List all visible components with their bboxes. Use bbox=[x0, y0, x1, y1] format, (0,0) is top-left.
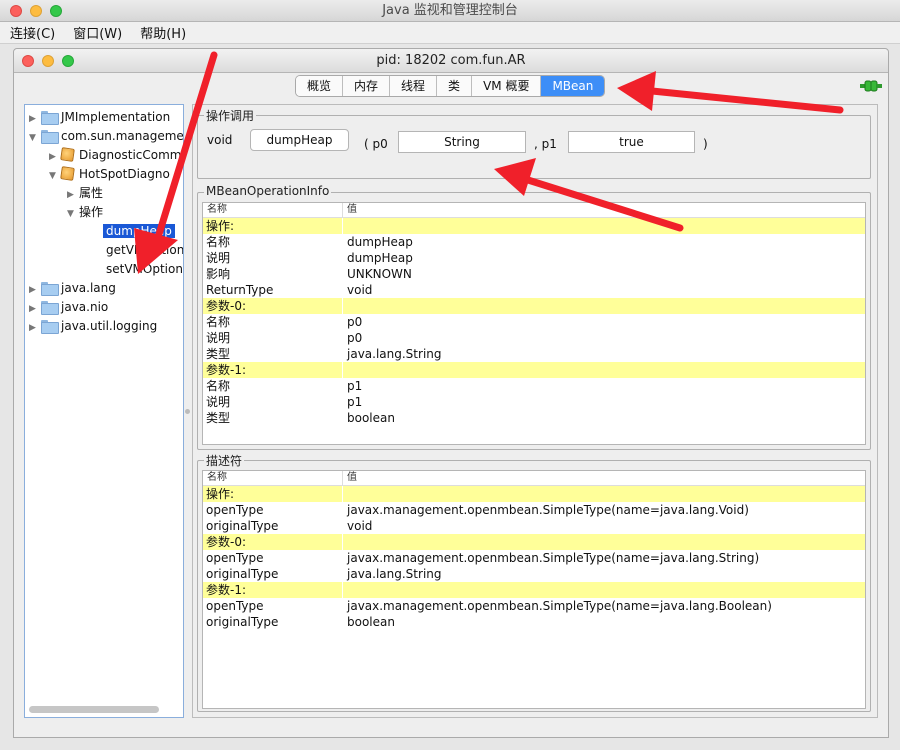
tab-threads[interactable]: 线程 bbox=[390, 76, 438, 96]
column-header-name[interactable]: 名称 bbox=[203, 203, 343, 217]
descriptor-group: 描述符 名称 值 操作: openType javax.management.op… bbox=[197, 452, 871, 712]
table-row[interactable]: 说明 p0 bbox=[203, 330, 865, 346]
tree-horizontal-scrollbar[interactable] bbox=[29, 706, 159, 713]
tree-node-setvmoption[interactable]: setVMOption bbox=[106, 260, 183, 279]
menu-connection[interactable]: 连接(C) bbox=[10, 23, 55, 42]
tree-node-operations[interactable]: ▼ 操作 bbox=[67, 203, 103, 222]
column-header-name[interactable]: 名称 bbox=[203, 471, 343, 485]
tree-node-diagnostic-command[interactable]: ▶ DiagnosticComm bbox=[49, 146, 181, 165]
tab-classes[interactable]: 类 bbox=[437, 76, 473, 96]
folder-icon bbox=[41, 282, 59, 296]
p0-input[interactable]: String bbox=[398, 131, 526, 153]
dumpheap-invoke-button[interactable]: dumpHeap bbox=[250, 129, 349, 151]
operation-info-table[interactable]: 名称 值 操作: 名称 dumpHeap 说明 dumpHeap 影响 UNKNOWN… bbox=[202, 202, 866, 445]
table-row[interactable]: 说明 p1 bbox=[203, 394, 865, 410]
tree-node-hotspot-diagnostic[interactable]: ▼ HotSpotDiagno bbox=[49, 165, 170, 184]
table-row[interactable]: 名称 dumpHeap bbox=[203, 234, 865, 250]
operation-invocation-label: 操作调用 bbox=[204, 107, 257, 124]
table-row[interactable]: 操作: bbox=[203, 486, 865, 502]
descriptor-label: 描述符 bbox=[204, 452, 245, 469]
mbean-tree[interactable]: ▶ JMImplementation ▼ com.sun.manageme ▶ Dia… bbox=[24, 104, 184, 718]
collapse-arrow-icon[interactable]: ▼ bbox=[29, 129, 41, 148]
window-title: Java 监视和管理控制台 bbox=[382, 3, 518, 18]
tree-node-java-nio[interactable]: ▶ java.nio bbox=[29, 298, 108, 317]
folder-icon bbox=[41, 111, 59, 125]
table-row[interactable]: openType javax.management.openmbean.Simpl… bbox=[203, 598, 865, 614]
close-paren-label: ) bbox=[703, 137, 708, 151]
table-row[interactable]: 参数-0: bbox=[203, 298, 865, 314]
table-row[interactable]: 说明 dumpHeap bbox=[203, 250, 865, 266]
menu-help[interactable]: 帮助(H) bbox=[140, 23, 186, 42]
table-header: 名称 值 bbox=[203, 203, 865, 218]
tree-node-com-sun-management[interactable]: ▼ com.sun.manageme bbox=[29, 127, 183, 148]
descriptor-table[interactable]: 名称 值 操作: openType javax.management.openmb… bbox=[202, 470, 866, 709]
table-row[interactable]: openType javax.management.openmbean.Simpl… bbox=[203, 550, 865, 566]
table-row[interactable]: 类型 boolean bbox=[203, 410, 865, 426]
table-row[interactable]: originalType void bbox=[203, 518, 865, 534]
tree-node-jmimplementation[interactable]: ▶ JMImplementation bbox=[29, 108, 170, 127]
operation-info-label: MBeanOperationInfo bbox=[204, 184, 332, 198]
expand-arrow-icon[interactable]: ▶ bbox=[29, 319, 41, 338]
mbean-detail-panel: 操作调用 void dumpHeap ( p0 String , p1 true… bbox=[192, 104, 878, 718]
table-row[interactable]: openType javax.management.openmbean.Simpl… bbox=[203, 502, 865, 518]
operation-invocation-group: 操作调用 void dumpHeap ( p0 String , p1 true… bbox=[197, 107, 871, 179]
table-header: 名称 值 bbox=[203, 471, 865, 486]
column-header-value[interactable]: 值 bbox=[343, 203, 357, 217]
folder-icon bbox=[41, 301, 59, 315]
connection-window-controls bbox=[22, 55, 74, 67]
p1-input[interactable]: true bbox=[568, 131, 695, 153]
table-row[interactable]: 参数-1: bbox=[203, 362, 865, 378]
p0-label: ( p0 bbox=[364, 137, 388, 151]
tree-node-java-lang[interactable]: ▶ java.lang bbox=[29, 279, 116, 298]
tab-bar: 概览 内存 线程 类 VM 概要 MBean bbox=[295, 75, 606, 97]
tab-memory[interactable]: 内存 bbox=[343, 76, 391, 96]
connection-titlebar[interactable]: pid: 18202 com.fun.AR bbox=[14, 49, 888, 73]
menubar: 连接(C) 窗口(W) 帮助(H) bbox=[0, 22, 900, 44]
table-row[interactable]: originalType boolean bbox=[203, 614, 865, 630]
menu-window[interactable]: 窗口(W) bbox=[73, 23, 122, 42]
collapse-arrow-icon[interactable]: ▼ bbox=[49, 167, 61, 186]
tree-node-getvmoption[interactable]: getVMOption bbox=[106, 241, 183, 260]
tab-vm-summary[interactable]: VM 概要 bbox=[472, 76, 542, 96]
tab-mbean[interactable]: MBean bbox=[541, 76, 605, 96]
table-row[interactable]: 操作: bbox=[203, 218, 865, 234]
table-row[interactable]: 参数-0: bbox=[203, 534, 865, 550]
tree-node-java-util-logging[interactable]: ▶ java.util.logging bbox=[29, 317, 157, 336]
close-connection-button[interactable] bbox=[22, 55, 34, 67]
app-window: Java 监视和管理控制台 连接(C) 窗口(W) 帮助(H) pid: 182… bbox=[0, 0, 900, 750]
p1-label: , p1 bbox=[534, 137, 557, 151]
zoom-window-button[interactable] bbox=[50, 5, 62, 17]
minimize-connection-button[interactable] bbox=[42, 55, 54, 67]
table-row[interactable]: originalType java.lang.String bbox=[203, 566, 865, 582]
close-window-button[interactable] bbox=[10, 5, 22, 17]
window-titlebar[interactable]: Java 监视和管理控制台 bbox=[0, 0, 900, 22]
operation-info-group: MBeanOperationInfo 名称 值 操作: 名称 dumpHeap 说… bbox=[197, 184, 871, 450]
connection-window: pid: 18202 com.fun.AR 概览 内存 线程 类 VM 概要 M… bbox=[13, 48, 889, 738]
tab-overview[interactable]: 概览 bbox=[296, 76, 344, 96]
split-pane-divider[interactable] bbox=[185, 409, 190, 414]
return-type-label: void bbox=[207, 133, 233, 147]
bean-icon bbox=[60, 147, 75, 162]
table-row[interactable]: 名称 p0 bbox=[203, 314, 865, 330]
table-row[interactable]: 类型 java.lang.String bbox=[203, 346, 865, 362]
column-header-value[interactable]: 值 bbox=[343, 471, 357, 485]
table-row[interactable]: 影响 UNKNOWN bbox=[203, 266, 865, 282]
minimize-window-button[interactable] bbox=[30, 5, 42, 17]
table-row[interactable]: ReturnType void bbox=[203, 282, 865, 298]
connection-status-icon[interactable] bbox=[860, 79, 882, 93]
folder-icon bbox=[41, 320, 59, 334]
connection-title: pid: 18202 com.fun.AR bbox=[376, 53, 526, 68]
collapse-arrow-icon[interactable]: ▼ bbox=[67, 205, 79, 224]
table-row[interactable]: 名称 p1 bbox=[203, 378, 865, 394]
folder-icon bbox=[41, 130, 59, 144]
tree-node-dumpheap[interactable]: dumpHeap bbox=[103, 222, 175, 241]
tree-node-attributes[interactable]: ▶ 属性 bbox=[67, 184, 103, 203]
table-row[interactable]: 参数-1: bbox=[203, 582, 865, 598]
zoom-connection-button[interactable] bbox=[62, 55, 74, 67]
window-controls bbox=[10, 5, 62, 17]
bean-icon bbox=[60, 166, 75, 181]
